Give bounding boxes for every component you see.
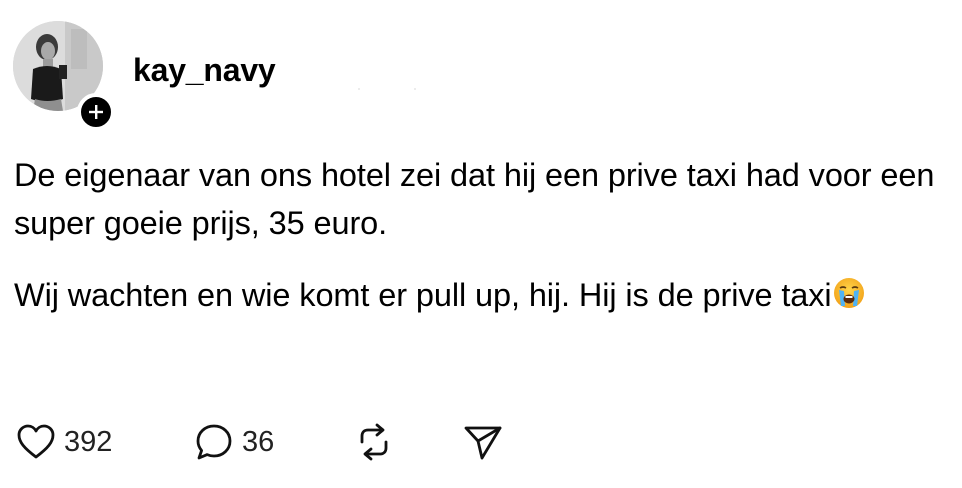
like-button[interactable]: 392 — [16, 420, 112, 464]
repost-icon — [352, 422, 396, 462]
loudly-crying-face-icon — [832, 275, 866, 309]
post-paragraph-text: Wij wachten en wie komt er pull up, hij.… — [14, 277, 832, 313]
reply-count: 36 — [242, 426, 275, 458]
like-count: 392 — [64, 426, 113, 458]
post-paragraph-with-emoji: Wij wachten en wie komt er pull up, hij.… — [14, 271, 949, 319]
faint-artifact-dots — [358, 88, 416, 90]
follow-button[interactable] — [77, 93, 115, 131]
reply-button[interactable]: 36 — [194, 420, 274, 464]
username[interactable]: kay_navy — [133, 50, 276, 90]
plus-icon — [88, 104, 104, 120]
post-paragraph: De eigenaar van ons hotel zei dat hij ee… — [14, 157, 935, 241]
post-body: De eigenaar van ons hotel zei dat hij ee… — [14, 151, 949, 343]
send-icon — [462, 422, 506, 462]
thread-post: kay_navy De eigenaar van ons hotel zei d… — [0, 0, 962, 488]
comment-icon — [194, 422, 234, 462]
heart-icon — [16, 423, 56, 461]
share-button[interactable] — [462, 420, 506, 464]
repost-button[interactable] — [352, 420, 396, 464]
avatar-container[interactable] — [13, 21, 115, 131]
